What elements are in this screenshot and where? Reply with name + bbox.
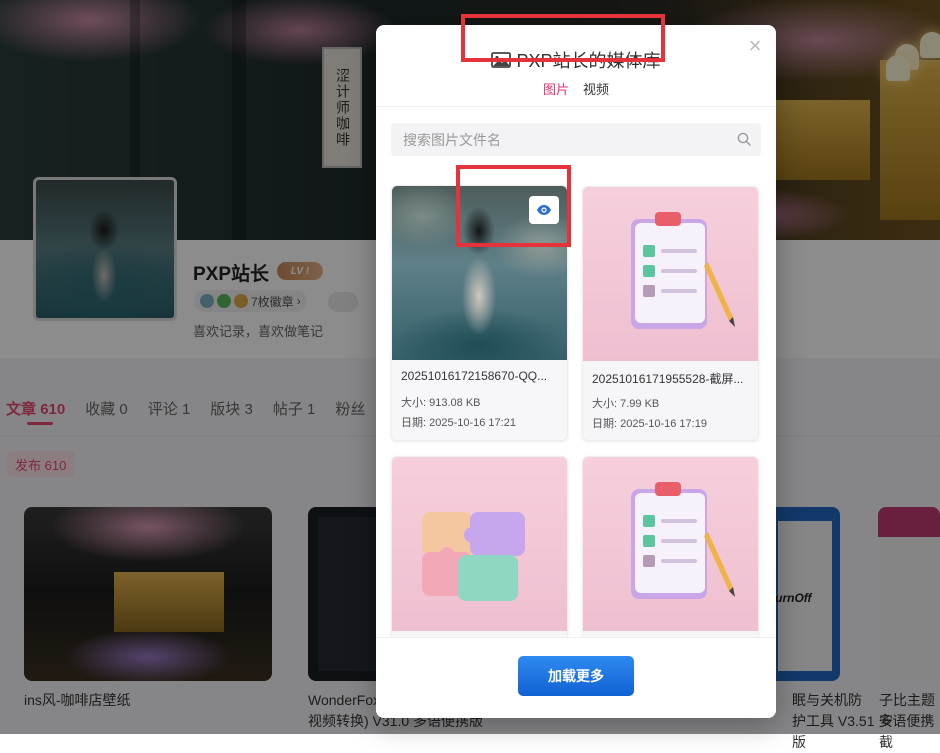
media-thumbnail[interactable] bbox=[392, 457, 567, 631]
clipboard-image bbox=[631, 212, 735, 329]
media-filename: 20251016172158670-QQ... bbox=[401, 369, 548, 383]
media-grid: 20251016172158670-QQ... 大小: 913.08 KB 日期… bbox=[376, 171, 776, 638]
media-item[interactable] bbox=[582, 456, 759, 638]
media-date: 日期: 2025-10-16 17:21 bbox=[401, 417, 516, 429]
media-size: 大小: 913.08 KB bbox=[401, 397, 481, 409]
clipboard-image bbox=[631, 482, 735, 599]
search-icon[interactable] bbox=[737, 132, 751, 146]
load-more-button[interactable]: 加载更多 bbox=[518, 656, 634, 696]
media-tabs: 图片 视频 bbox=[376, 79, 776, 98]
tab-images[interactable]: 图片 bbox=[543, 79, 569, 98]
media-library-modal: PXP站长的媒体库 × 图片 视频 202510161721586 bbox=[376, 25, 776, 718]
modal-divider bbox=[376, 106, 776, 107]
media-item[interactable] bbox=[391, 456, 568, 638]
media-item[interactable]: 20251016171955528-截屏... 大小: 7.99 KB 日期: … bbox=[582, 186, 759, 441]
search-input[interactable] bbox=[391, 123, 735, 156]
highlight-box-preview bbox=[456, 165, 571, 247]
media-thumbnail[interactable] bbox=[583, 187, 758, 361]
media-filename: 20251016171955528-截屏... bbox=[592, 372, 744, 386]
close-icon[interactable]: × bbox=[746, 35, 764, 57]
highlight-box-title bbox=[461, 14, 665, 62]
media-date: 日期: 2025-10-16 17:19 bbox=[592, 418, 707, 430]
modal-footer: 加载更多 bbox=[376, 637, 776, 718]
puzzle-image bbox=[422, 512, 525, 601]
tab-videos[interactable]: 视频 bbox=[583, 79, 609, 98]
media-size: 大小: 7.99 KB bbox=[592, 398, 660, 410]
search-box bbox=[391, 123, 761, 156]
media-thumbnail[interactable] bbox=[583, 457, 758, 631]
